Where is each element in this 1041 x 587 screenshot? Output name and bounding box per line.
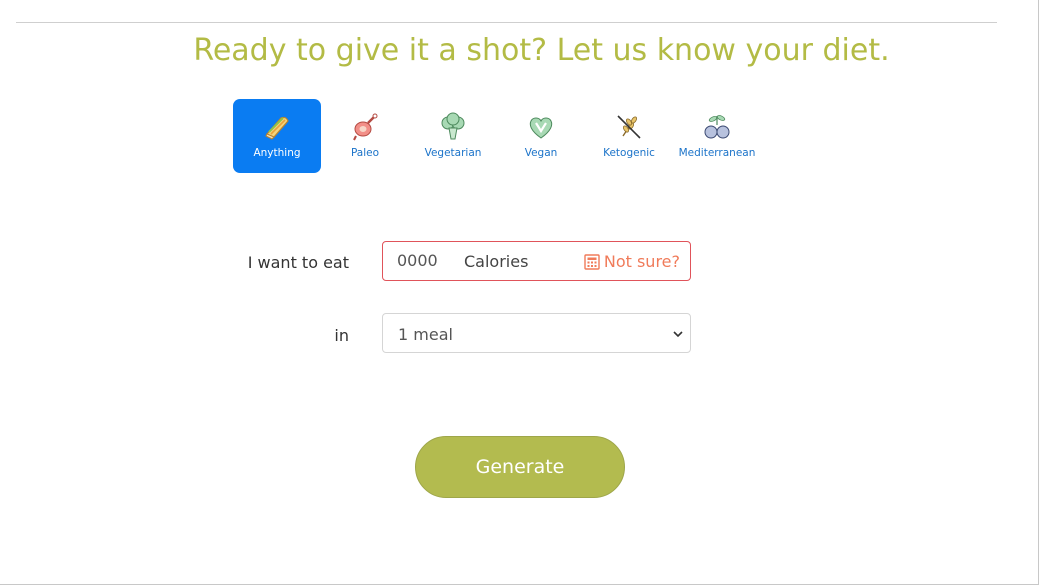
generate-button[interactable]: Generate <box>415 436 625 498</box>
diet-label: Ketogenic <box>603 147 655 159</box>
not-sure-label: Not sure? <box>603 252 680 271</box>
chevron-down-icon <box>673 331 683 338</box>
diet-option-mediterranean[interactable]: Mediterranean <box>673 99 761 173</box>
drumstick-icon <box>353 113 378 141</box>
calories-input[interactable] <box>397 251 445 270</box>
calories-field: Calories Not sure? <box>382 241 691 281</box>
meals-label: in <box>334 326 349 345</box>
sandwich-icon <box>265 116 289 140</box>
vegan-heart-icon <box>529 117 553 139</box>
diet-label: Mediterranean <box>678 147 756 159</box>
diet-option-vegetarian[interactable]: Vegetarian <box>409 99 497 173</box>
diet-label: Vegetarian <box>424 147 482 159</box>
calculator-icon <box>584 253 600 270</box>
diet-option-anything[interactable]: Anything <box>233 99 321 173</box>
diet-label: Anything <box>253 147 301 159</box>
calories-label: I want to eat <box>247 253 349 272</box>
top-divider <box>16 22 997 23</box>
olives-icon <box>704 115 730 139</box>
calories-unit: Calories <box>464 252 529 271</box>
page-title: Ready to give it a shot? Let us know you… <box>193 33 890 68</box>
diet-option-vegan[interactable]: Vegan <box>497 99 585 173</box>
broccoli-icon <box>441 112 465 140</box>
no-grain-icon <box>617 115 641 139</box>
diet-label: Paleo <box>350 147 380 159</box>
diet-selector: Anything Paleo Vegetarian Vegan Ketogeni… <box>233 99 761 173</box>
diet-label: Vegan <box>524 147 558 159</box>
not-sure-link[interactable]: Not sure? <box>584 252 680 271</box>
diet-option-paleo[interactable]: Paleo <box>321 99 409 173</box>
meals-selected-value: 1 meal <box>398 325 453 344</box>
diet-option-ketogenic[interactable]: Ketogenic <box>585 99 673 173</box>
meals-select[interactable]: 1 meal <box>382 313 691 353</box>
